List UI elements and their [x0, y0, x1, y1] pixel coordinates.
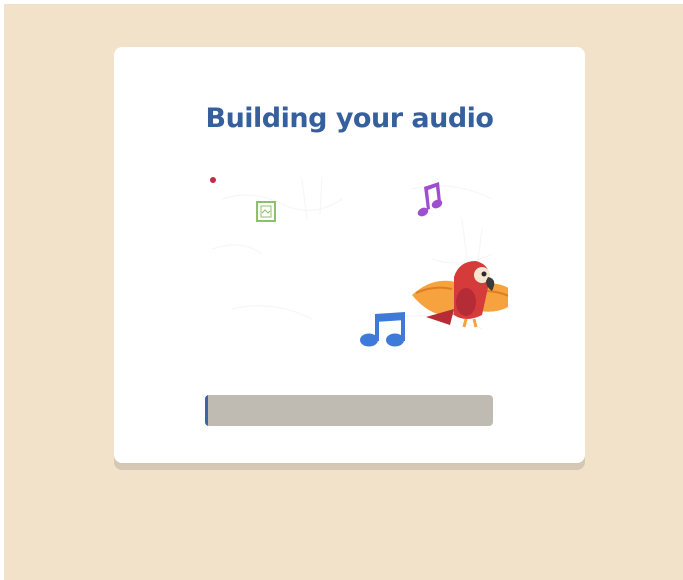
red-dot-icon	[210, 177, 216, 183]
audio-progress-bar	[205, 395, 493, 426]
picture-frame-icon	[256, 201, 276, 222]
blue-music-note-icon	[360, 312, 405, 347]
parrot-icon	[412, 261, 508, 328]
dialog-title: Building your audio	[205, 103, 494, 134]
parrot-music-illustration	[210, 176, 508, 347]
loading-dialog: Building your audio	[114, 47, 585, 463]
audio-progress-fill	[205, 395, 208, 426]
